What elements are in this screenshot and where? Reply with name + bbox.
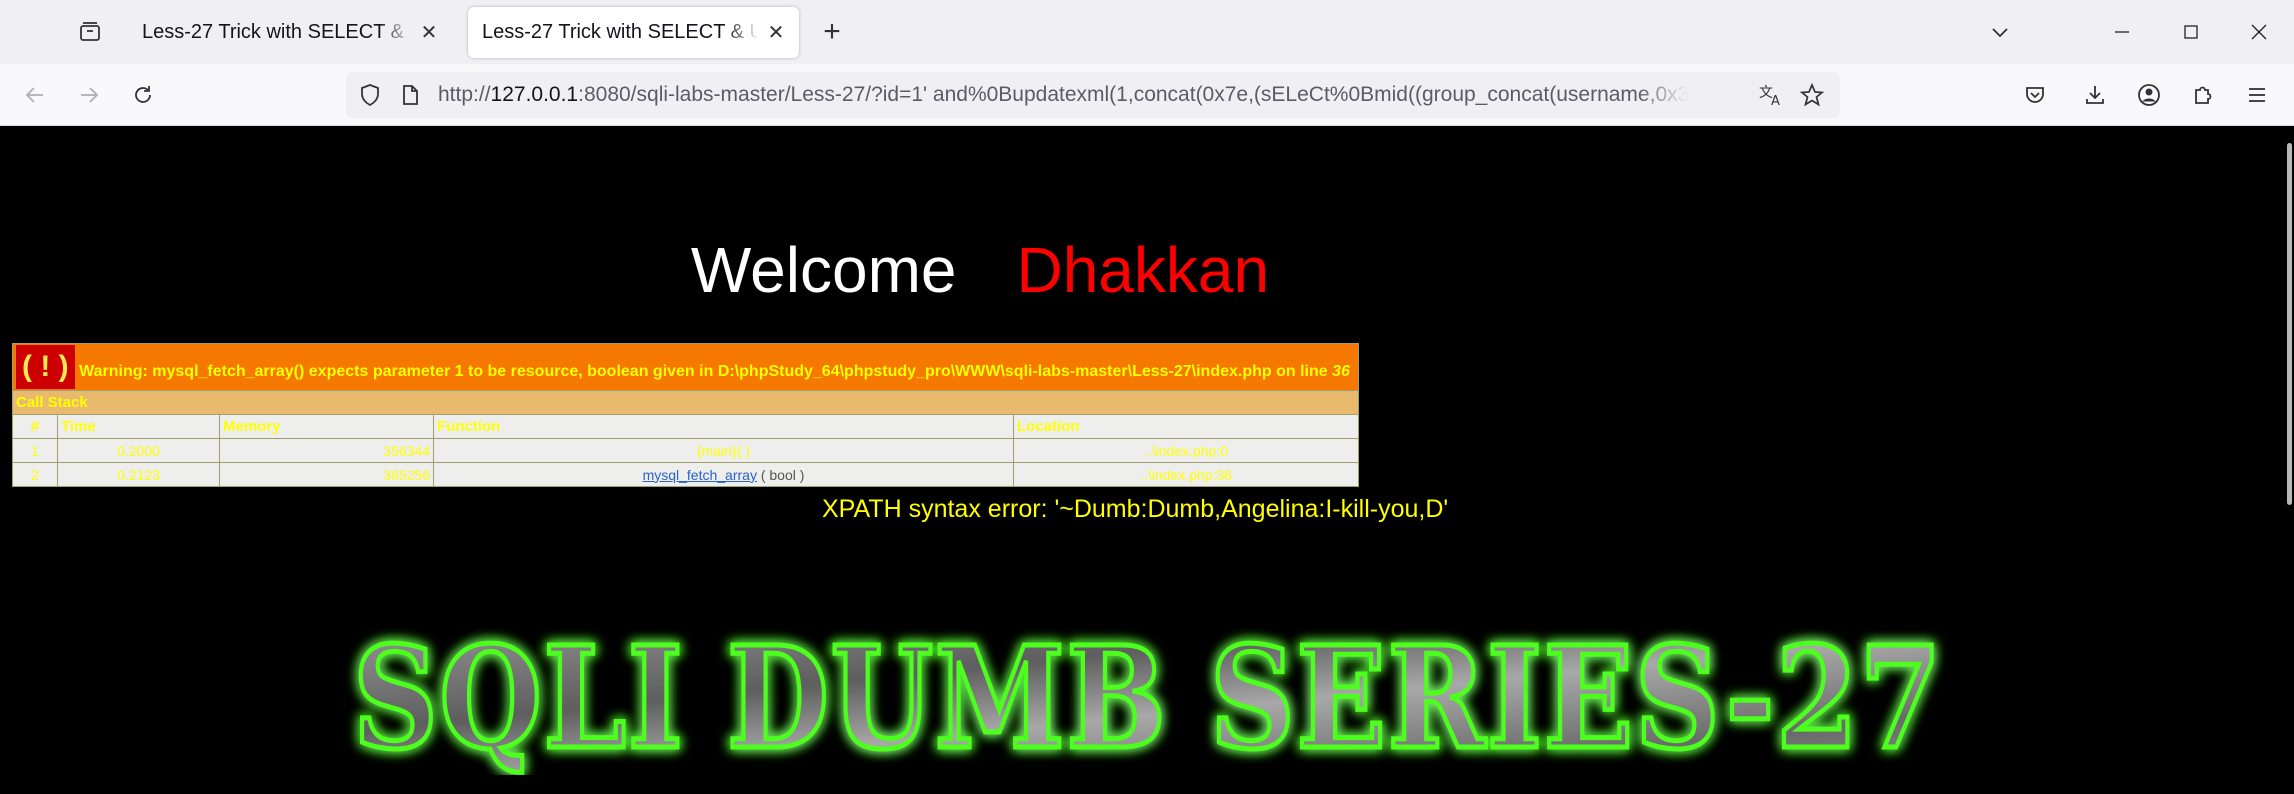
plus-icon: + — [823, 15, 841, 48]
chevron-down-icon — [1992, 28, 2008, 38]
table-row: 2 0.2123 365256 mysql_fetch_array ( bool… — [12, 462, 1359, 487]
tab-less-27-active[interactable]: Less-27 Trick with SELECT & UNION ✕ — [468, 7, 799, 58]
call-stack-header-row: # Time Memory Function Location — [12, 414, 1359, 439]
stack-time: 0.2000 — [57, 438, 220, 463]
tab-bar: Less-27 Trick with SELECT & UNION ✕ Less… — [0, 0, 2294, 64]
app-menu-button[interactable] — [2236, 74, 2278, 116]
stack-number: 2 — [12, 462, 58, 487]
url-bar[interactable]: http://127.0.0.1:8080/sqli-labs-master/L… — [346, 72, 1840, 118]
column-header-location: Location — [1013, 414, 1359, 439]
warning-text: Warning: mysql_fetch_array() expects par… — [79, 363, 1328, 380]
url-host: 127.0.0.1 — [490, 83, 579, 106]
stack-location: ..\index.php:36 — [1013, 462, 1359, 487]
reload-icon — [135, 86, 151, 103]
list-all-tabs-button[interactable] — [1980, 14, 2020, 50]
window-close-button[interactable] — [2224, 0, 2294, 64]
stack-location: ..\index.php:0 — [1013, 438, 1359, 463]
stack-memory: 356344 — [219, 438, 434, 463]
minimize-icon — [2115, 31, 2129, 33]
stack-function: {main}( ) — [433, 438, 1014, 463]
page-content: Welcome Dhakkan ( ! ) Warning: mysql_fetc… — [0, 127, 2294, 794]
puzzle-icon — [2195, 86, 2212, 104]
tab-title: Less-27 Trick with SELECT & UNION — [482, 21, 759, 43]
call-stack-title-row: Call Stack — [12, 390, 1359, 415]
user-name: Dhakkan — [1016, 234, 1270, 306]
close-icon[interactable]: ✕ — [418, 22, 440, 44]
table-row: 1 0.2000 356344 {main}( ) ..\index.php:0 — [12, 438, 1359, 463]
navigation-toolbar: http://127.0.0.1:8080/sqli-labs-master/L… — [0, 64, 2294, 126]
welcome-text: Welcome — [690, 234, 957, 306]
close-icon[interactable]: ✕ — [765, 22, 787, 44]
warning-row: ( ! ) Warning: mysql_fetch_array() expec… — [12, 343, 1359, 391]
column-header-number: # — [12, 414, 58, 439]
pocket-button[interactable] — [2014, 74, 2056, 116]
tab-list-button[interactable] — [70, 14, 110, 50]
minimize-button[interactable] — [2087, 0, 2157, 64]
column-header-memory: Memory — [219, 414, 434, 439]
maximize-icon — [2184, 25, 2198, 39]
account-button[interactable] — [2128, 74, 2170, 116]
back-button[interactable] — [14, 74, 56, 116]
url-path: :8080/sqli-labs-master/Less-27/?id=1' an… — [578, 83, 1688, 106]
tab-title: Less-27 Trick with SELECT & UNION — [142, 21, 412, 43]
tab-less-27-background[interactable]: Less-27 Trick with SELECT & UNION ✕ — [128, 7, 452, 58]
forward-arrow-icon — [81, 87, 99, 103]
call-stack-title: Call Stack — [12, 390, 1359, 415]
stack-time: 0.2123 — [57, 462, 220, 487]
warning-line-number: 36 — [1332, 363, 1350, 380]
url-scheme: http:// — [438, 83, 491, 106]
svg-text:A: A — [1771, 94, 1780, 107]
tab-list-icon — [80, 22, 100, 41]
pocket-icon — [2026, 87, 2044, 103]
function-doc-link[interactable]: mysql_fetch_array — [643, 467, 757, 483]
downloads-button[interactable] — [2074, 74, 2116, 116]
shield-icon[interactable] — [358, 83, 382, 112]
function-arguments: ( bool ) — [760, 466, 805, 483]
account-icon — [2138, 84, 2160, 106]
back-arrow-icon — [25, 87, 43, 103]
stack-number: 1 — [12, 438, 58, 463]
xpath-error-message: XPATH syntax error: '~Dumb:Dumb,Angelina… — [822, 495, 1449, 523]
stack-memory: 365256 — [219, 462, 434, 487]
warning-cell: ( ! ) Warning: mysql_fetch_array() expec… — [12, 343, 1359, 391]
column-header-time: Time — [57, 414, 220, 439]
column-header-function: Function — [433, 414, 1014, 439]
url-text[interactable]: http://127.0.0.1:8080/sqli-labs-master/L… — [438, 72, 1688, 118]
star-icon[interactable] — [1799, 82, 1825, 112]
new-tab-button[interactable]: + — [812, 14, 852, 50]
vertical-scrollbar[interactable] — [2287, 143, 2292, 505]
sqli-dumb-series-logo: SQLI DUMB SERIES-27 — [351, 615, 1944, 775]
warning-icon: ( ! ) — [16, 345, 75, 389]
logo-text: SQLI DUMB SERIES-27 — [353, 617, 1943, 775]
reload-button[interactable] — [122, 74, 164, 116]
download-icon — [2086, 86, 2104, 104]
close-icon — [2251, 24, 2267, 40]
welcome-heading: Welcome Dhakkan — [0, 230, 1960, 310]
page-icon[interactable] — [398, 83, 422, 112]
hamburger-menu-icon — [2249, 88, 2265, 102]
xdebug-warning-table: ( ! ) Warning: mysql_fetch_array() expec… — [12, 343, 1359, 487]
stack-function-cell: mysql_fetch_array ( bool ) — [433, 462, 1014, 487]
maximize-button[interactable] — [2156, 0, 2226, 64]
translate-icon[interactable]: 文A — [1758, 83, 1784, 112]
forward-button[interactable] — [68, 74, 110, 116]
extensions-button[interactable] — [2182, 74, 2224, 116]
